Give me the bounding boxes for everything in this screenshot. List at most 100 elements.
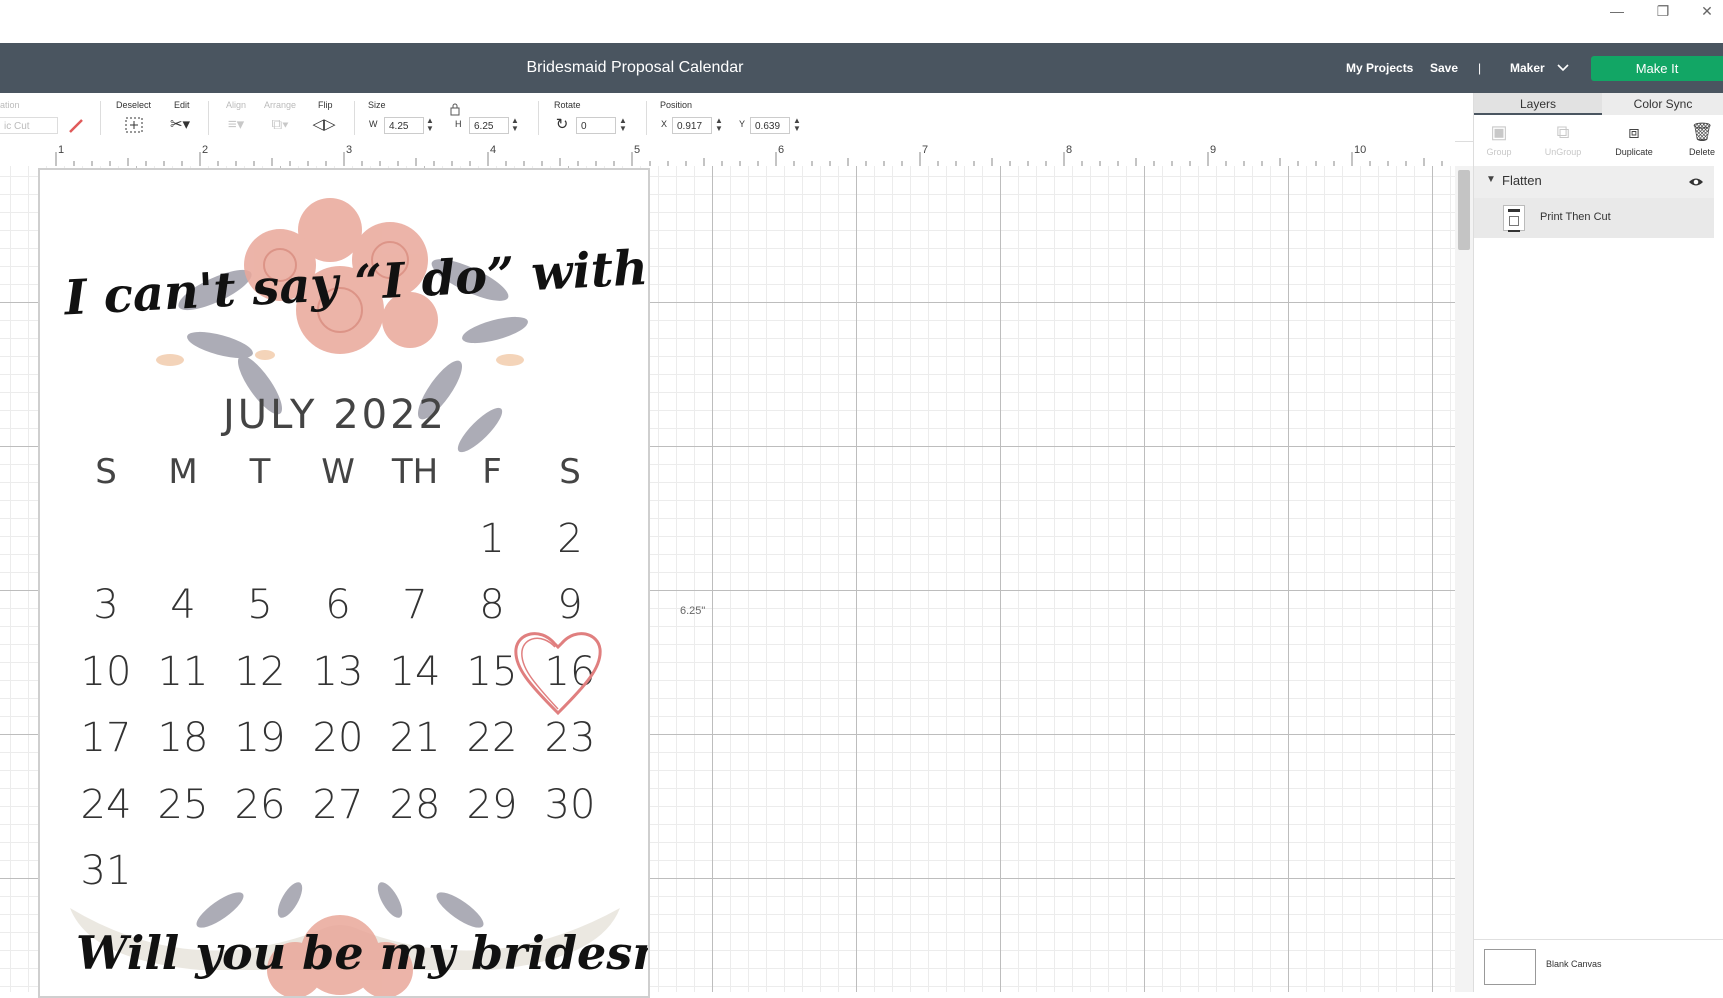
- y-input[interactable]: 0.639: [750, 117, 790, 134]
- height-input[interactable]: 6.25: [469, 117, 509, 134]
- layer-item-print-then-cut[interactable]: Print Then Cut: [1474, 198, 1714, 238]
- minimize-icon[interactable]: —: [1594, 0, 1640, 22]
- calendar-day: 17: [80, 715, 132, 761]
- toolbar-divider: [354, 101, 355, 135]
- rotate-input[interactable]: 0: [576, 117, 616, 134]
- tab-layers[interactable]: Layers: [1474, 93, 1602, 115]
- align-icon[interactable]: ≡▾: [224, 115, 248, 135]
- tab-color-sync[interactable]: Color Sync: [1602, 93, 1723, 115]
- weekday-header: M: [168, 452, 198, 492]
- flip-icon[interactable]: ◁▷: [312, 115, 336, 135]
- group-icon: ▣: [1490, 122, 1508, 142]
- blank-canvas-row[interactable]: Blank Canvas: [1474, 939, 1723, 993]
- ungroup-icon: ⧉: [1556, 122, 1570, 142]
- duplicate-button[interactable]: ⧈ Duplicate: [1599, 117, 1669, 157]
- width-stepper[interactable]: ▲ ▼: [426, 117, 434, 133]
- layer-thumbnail: [1503, 205, 1525, 232]
- height-stepper[interactable]: ▲ ▼: [511, 117, 519, 133]
- visibility-eye-icon[interactable]: [1688, 176, 1704, 188]
- save-button[interactable]: Save: [1430, 43, 1458, 93]
- arrange-icon[interactable]: ⧉▾: [268, 115, 292, 135]
- calendar-day: 22: [466, 715, 518, 761]
- month-title: JULY 2022: [223, 392, 447, 438]
- layer-group-flatten[interactable]: ▼ Flatten: [1474, 166, 1714, 198]
- calendar-day: 23: [544, 715, 596, 761]
- calendar-day: 25: [157, 782, 209, 828]
- edit-label: Edit: [174, 100, 190, 110]
- vertical-scrollbar[interactable]: [1455, 166, 1473, 992]
- app-header: Bridesmaid Proposal Calendar My Projects…: [0, 43, 1723, 93]
- flip-label: Flip: [318, 100, 333, 110]
- chevron-down-icon[interactable]: [1557, 63, 1569, 73]
- calendar-day: 12: [234, 649, 286, 695]
- calendar-day: 27: [312, 782, 364, 828]
- y-label: Y: [739, 119, 746, 129]
- delete-button[interactable]: 🗑 Delete: [1667, 117, 1723, 157]
- x-stepper[interactable]: ▲ ▼: [715, 117, 723, 133]
- trash-icon: 🗑: [1690, 122, 1714, 142]
- edit-icon[interactable]: ✂▾: [168, 115, 192, 135]
- layer-name: Print Then Cut: [1540, 211, 1611, 223]
- width-input[interactable]: 4.25: [384, 117, 424, 134]
- blank-canvas-swatch[interactable]: [1484, 949, 1536, 985]
- duplicate-label: Duplicate: [1615, 147, 1653, 157]
- y-stepper[interactable]: ▲ ▼: [793, 117, 801, 133]
- restore-icon[interactable]: ❐: [1640, 0, 1686, 22]
- ruler-mark-label: 1: [58, 144, 65, 156]
- weekday-header: F: [482, 452, 502, 492]
- lock-icon[interactable]: [449, 102, 461, 116]
- toolbar-divider: [646, 101, 647, 135]
- question-text: Will you be my bridesmaid?: [76, 926, 648, 980]
- calendar-day: 5: [247, 582, 273, 628]
- rotate-icon[interactable]: ↻: [550, 115, 574, 135]
- ruler-mark-label: 4: [490, 144, 497, 156]
- x-label: X: [661, 119, 668, 129]
- calendar-day: 30: [544, 782, 596, 828]
- arrange-label: Arrange: [264, 100, 297, 110]
- ruler-mark-label: 10: [1354, 144, 1367, 156]
- calendar-day: 24: [80, 782, 132, 828]
- edit-toolbar: ation ic Cut Deselect Edit ✂▾ Align ≡▾ A…: [0, 93, 1473, 142]
- calendar-day: 4: [170, 582, 196, 628]
- ungroup-label: UnGroup: [1544, 147, 1582, 157]
- operation-select[interactable]: ic Cut: [0, 117, 58, 134]
- panel-tabs: Layers Color Sync: [1474, 93, 1723, 115]
- height-label: H: [455, 119, 462, 129]
- collapse-triangle-icon[interactable]: ▼: [1486, 174, 1496, 185]
- scrollbar-thumb[interactable]: [1458, 170, 1470, 250]
- make-it-button[interactable]: Make It: [1591, 56, 1723, 81]
- ruler-ticks: [55, 152, 1443, 166]
- horizontal-ruler: 1 2 3 4 5 6 7 8 9 10: [0, 141, 1455, 167]
- weekday-header: T: [249, 452, 271, 492]
- pen-color-icon[interactable]: [68, 119, 84, 133]
- ruler-mark-label: 2: [202, 144, 209, 156]
- calendar-day: 6: [325, 582, 351, 628]
- calendar-day: 11: [157, 649, 209, 695]
- calendar-day: 7: [402, 582, 428, 628]
- project-title: Bridesmaid Proposal Calendar: [526, 59, 744, 76]
- delete-label: Delete: [1688, 147, 1715, 157]
- layers-panel: Layers Color Sync ▣ Group ⧉ UnGroup ⧈ Du…: [1473, 93, 1723, 993]
- calendar-day: 3: [93, 582, 119, 628]
- window-title-bar: — ❐ ✕: [0, 0, 1723, 43]
- calendar-day: 10: [80, 649, 132, 695]
- machine-select[interactable]: Maker: [1510, 43, 1545, 93]
- calendar-day: 2: [557, 516, 583, 562]
- align-label: Align: [226, 100, 247, 110]
- rotate-stepper[interactable]: ▲ ▼: [619, 117, 627, 133]
- ungroup-button[interactable]: ⧉ UnGroup: [1528, 117, 1598, 157]
- ruler-mark-label: 9: [1210, 144, 1217, 156]
- calendar-day: 1: [479, 516, 505, 562]
- width-label: W: [369, 119, 378, 129]
- close-icon[interactable]: ✕: [1684, 0, 1723, 22]
- duplicate-icon: ⧈: [1628, 122, 1640, 142]
- x-input[interactable]: 0.917: [672, 117, 712, 134]
- group-button[interactable]: ▣ Group: [1464, 117, 1534, 157]
- height-dimension-label: 6.25": [680, 605, 706, 617]
- blank-canvas-label: Blank Canvas: [1546, 959, 1602, 969]
- calendar-day: 29: [466, 782, 518, 828]
- deselect-icon[interactable]: [124, 116, 144, 134]
- print-then-cut-image[interactable]: I can't say “I do” without you JULY 2022…: [38, 168, 650, 998]
- calendar-day: 14: [389, 649, 441, 695]
- my-projects-button[interactable]: My Projects: [1346, 43, 1413, 93]
